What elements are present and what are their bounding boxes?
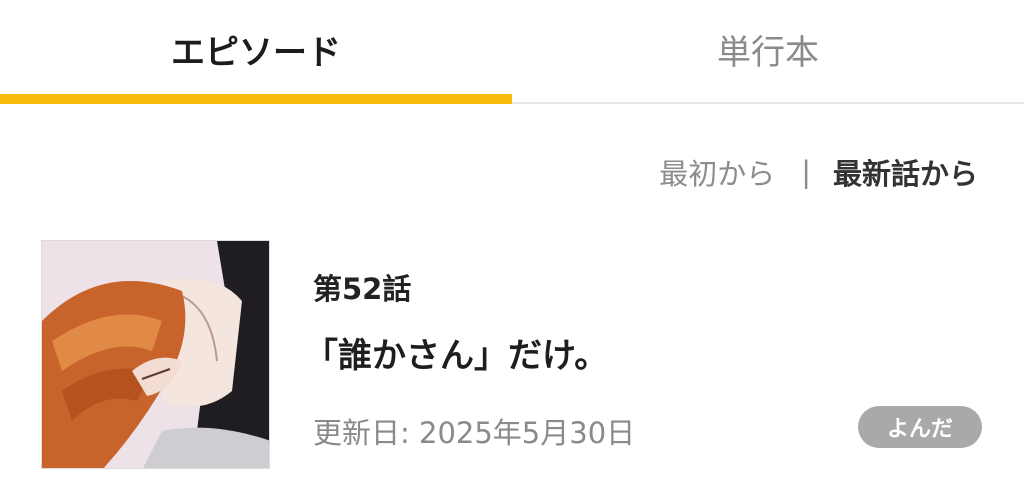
tab-episodes-label: エピソード [171,32,341,73]
episode-updated-date: 更新日: 2025年5月30日 [313,416,636,450]
episode-list-screen: エピソード 単行本 最初から | 最新話から 第52話 「誰かさん」だけ。 更新… [0,0,1024,486]
tab-episodes[interactable]: エピソード [0,0,512,102]
manga-cover-thumbnail-icon [42,241,269,468]
episode-title: 「誰かさん」だけ。 [304,336,609,376]
tab-bar: エピソード 単行本 [0,0,1024,104]
tab-volumes-label: 単行本 [717,32,819,73]
episode-list-item[interactable]: 第52話 「誰かさん」だけ。 更新日: 2025年5月30日 よんだ [0,222,1024,486]
episode-thumbnail-image [41,240,270,469]
read-status-badge: よんだ [858,406,982,448]
episode-number: 第52話 [313,272,412,306]
sort-from-latest-button[interactable]: 最新話から [833,151,978,193]
tab-volumes[interactable]: 単行本 [512,0,1024,102]
sort-order-selector: 最初から | 最新話から [659,150,978,194]
sort-divider: | [801,155,811,189]
sort-from-first-button[interactable]: 最初から [659,151,775,193]
active-tab-indicator [0,94,512,104]
